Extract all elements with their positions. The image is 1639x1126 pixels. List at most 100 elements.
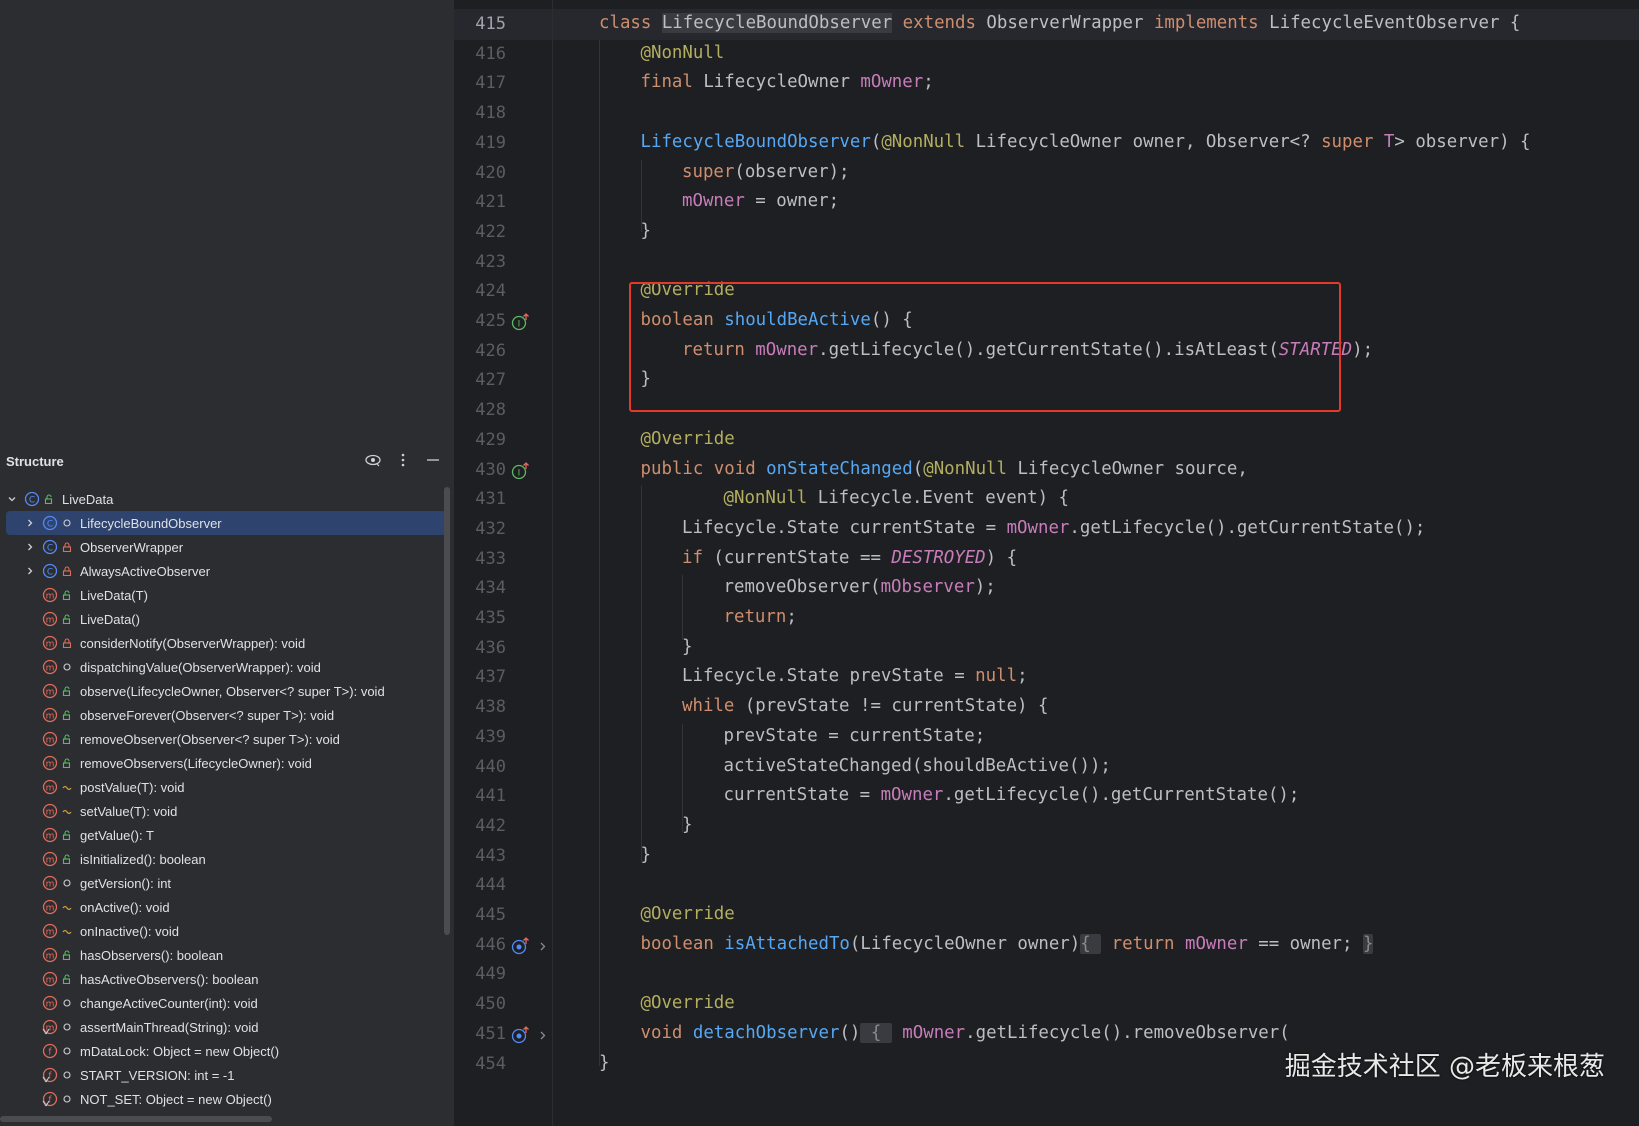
structure-root-node[interactable]: C LiveData: [0, 487, 442, 511]
code-line[interactable]: 446 boolean isAttachedTo(LifecycleOwner o…: [454, 930, 1639, 961]
implements-up-gutter-icon[interactable]: I: [511, 461, 531, 481]
code-line[interactable]: 439 prevState = currentState;: [454, 722, 1639, 753]
chevron-right-icon[interactable]: [18, 535, 42, 559]
structure-tree-item[interactable]: m hasObservers(): boolean: [0, 943, 442, 967]
code-line[interactable]: 444: [454, 870, 1639, 901]
code-line[interactable]: 417 final LifecycleOwner mOwner;: [454, 68, 1639, 99]
code-line[interactable]: 416 @NonNull: [454, 39, 1639, 70]
structure-tree-item[interactable]: m postValue(T): void: [0, 775, 442, 799]
code-line[interactable]: 429 @Override: [454, 425, 1639, 456]
structure-tree-item[interactable]: m onActive(): void: [0, 895, 442, 919]
code-line[interactable]: 433 if (currentState == DESTROYED) {: [454, 544, 1639, 575]
overrides-up-gutter-icon[interactable]: [511, 936, 531, 956]
structure-horizontal-scrollbar[interactable]: [0, 1116, 272, 1122]
code-line[interactable]: 423: [454, 247, 1639, 278]
structure-panel: Structure C LiveData C LifecycleBoundObserv…: [0, 0, 454, 1126]
method-icon: m: [42, 923, 58, 939]
code-line[interactable]: 434 removeObserver(mObserver);: [454, 573, 1639, 604]
line-number: 446: [475, 934, 506, 955]
svg-text:m: m: [46, 832, 55, 842]
code-line[interactable]: 419 LifecycleBoundObserver(@NonNull Lifec…: [454, 128, 1639, 159]
structure-tree-item[interactable]: f NOT_SET: Object = new Object(): [0, 1087, 442, 1111]
structure-tree-item[interactable]: m setValue(T): void: [0, 799, 442, 823]
line-number: 454: [475, 1053, 506, 1074]
structure-tree-item[interactable]: m observeForever(Observer<? super T>): vo…: [0, 703, 442, 727]
structure-tree-item[interactable]: C LifecycleBoundObserver: [6, 511, 446, 535]
structure-tree-item[interactable]: m LiveData(): [0, 607, 442, 631]
structure-tree-item[interactable]: C AlwaysActiveObserver: [0, 559, 442, 583]
structure-tree-item[interactable]: m dispatchingValue(ObserverWrapper): void: [0, 655, 442, 679]
structure-tree-item[interactable]: m removeObserver(Observer<? super T>): vo…: [0, 727, 442, 751]
code-line[interactable]: 430 Ipublic void onStateChanged(@NonNull …: [454, 455, 1639, 486]
code-token: @NonNull: [723, 488, 818, 509]
code-line[interactable]: 422}: [454, 217, 1639, 248]
static-field-icon: f: [42, 1091, 58, 1107]
code-line[interactable]: 440 activeStateChanged(shouldBeActive());: [454, 752, 1639, 783]
code-token: currentState =: [723, 785, 881, 806]
code-line[interactable]: 418: [454, 98, 1639, 129]
code-line[interactable]: 431 @NonNull Lifecycle.Event event) {: [454, 484, 1639, 515]
structure-tree-item[interactable]: f START_VERSION: int = -1: [0, 1063, 442, 1087]
svg-text:m: m: [46, 856, 55, 866]
code-line[interactable]: 421 mOwner = owner;: [454, 187, 1639, 218]
code-token: mOwner: [1006, 517, 1070, 538]
method-icon: m: [42, 755, 58, 771]
code-line[interactable]: 442}: [454, 811, 1639, 842]
code-line[interactable]: 445 @Override: [454, 900, 1639, 931]
code-token: == owner;: [1247, 933, 1363, 954]
structure-tree-item[interactable]: m considerNotify(ObserverWrapper): void: [0, 631, 442, 655]
code-token: Lifecycle.Event event) {: [817, 488, 1070, 509]
code-line[interactable]: 450 @Override: [454, 989, 1639, 1020]
more-options-icon[interactable]: [394, 451, 412, 469]
code-text: }: [682, 637, 692, 657]
structure-item-label: ObserverWrapper: [80, 539, 184, 555]
chevron-down-icon[interactable]: [0, 487, 24, 511]
code-line[interactable]: 420 super(observer);: [454, 158, 1639, 189]
structure-tree-item[interactable]: m onInactive(): void: [0, 919, 442, 943]
minimize-icon[interactable]: [424, 451, 442, 469]
structure-tree-item[interactable]: m LiveData(T): [0, 583, 442, 607]
code-line[interactable]: 449: [454, 959, 1639, 990]
overrides-up-gutter-icon[interactable]: [511, 1025, 531, 1045]
line-number: 438: [475, 697, 506, 718]
svg-text:I: I: [518, 468, 521, 478]
line-number: 416: [475, 43, 506, 64]
eye-icon[interactable]: [364, 451, 382, 469]
structure-tree-item[interactable]: m getValue(): T: [0, 823, 442, 847]
chevron-right-icon[interactable]: [18, 559, 42, 583]
structure-tree-item[interactable]: m hasActiveObservers(): boolean: [0, 967, 442, 991]
public-visibility-icon: [62, 973, 72, 985]
code-line[interactable]: 441 currentState = mOwner.getLifecycle().…: [454, 781, 1639, 812]
code-line[interactable]: 437 Lifecycle.State prevState = null;: [454, 662, 1639, 693]
structure-tree-item[interactable]: m changeActiveCounter(int): void: [0, 991, 442, 1015]
structure-vertical-scrollbar[interactable]: [444, 487, 450, 935]
structure-tree-item[interactable]: m isInitialized(): boolean: [0, 847, 442, 871]
chevron-right-icon[interactable]: [18, 511, 42, 535]
method-icon: m: [42, 971, 58, 987]
line-number: 423: [475, 251, 506, 272]
structure-tree-item[interactable]: m getVersion(): int: [0, 871, 442, 895]
structure-tree-item[interactable]: m observe(LifecycleOwner, Observer<? supe…: [0, 679, 442, 703]
code-line[interactable]: 438 while (prevState != currentState) {: [454, 692, 1639, 723]
code-token: detachObserver: [692, 1022, 840, 1043]
protected-visibility-icon: [62, 781, 72, 793]
implements-up-gutter-icon[interactable]: I: [511, 312, 531, 332]
code-token: (: [912, 458, 924, 479]
code-token: ;: [1017, 666, 1028, 687]
code-line[interactable]: 415 class LifecycleBoundObserver extends …: [454, 9, 1639, 40]
fold-chevron-icon[interactable]: [538, 936, 552, 956]
structure-tree-item[interactable]: m assertMainThread(String): void: [0, 1015, 442, 1039]
structure-tree-item[interactable]: C ObserverWrapper: [0, 535, 442, 559]
code-line[interactable]: 432 Lifecycle.State currentState = mOwner…: [454, 514, 1639, 545]
code-line[interactable]: 443}: [454, 841, 1639, 872]
code-text: return;: [724, 607, 797, 627]
code-line[interactable]: 435 return;: [454, 603, 1639, 634]
code-line[interactable]: 436}: [454, 633, 1639, 664]
fold-chevron-icon[interactable]: [538, 1025, 552, 1045]
structure-item-label: LiveData: [62, 491, 114, 507]
structure-tree-item[interactable]: m removeObservers(LifecycleOwner): void: [0, 751, 442, 775]
structure-tree-item[interactable]: f mDataLock: Object = new Object(): [0, 1039, 442, 1063]
